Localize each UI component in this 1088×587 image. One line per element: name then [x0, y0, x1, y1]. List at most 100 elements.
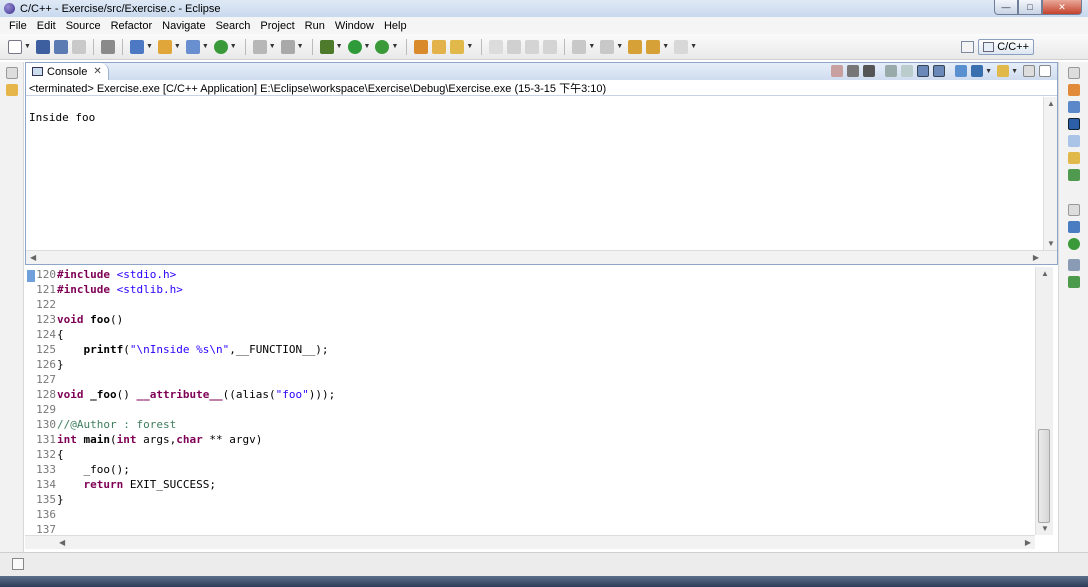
scroll-up-icon[interactable]: ▲: [1047, 99, 1055, 108]
remove-all-icon[interactable]: [863, 65, 876, 77]
external-tools-icon[interactable]: [375, 39, 390, 54]
outline-icon[interactable]: [1067, 221, 1080, 233]
menu-navigate[interactable]: Navigate: [157, 20, 210, 32]
chevron-down-icon[interactable]: ▼: [588, 43, 595, 50]
code-line[interactable]: 124{: [25, 327, 1035, 342]
chevron-down-icon[interactable]: ▼: [466, 43, 473, 50]
close-icon[interactable]: ✕: [93, 66, 101, 77]
code-line[interactable]: 121 #include <stdlib.h>: [25, 282, 1035, 297]
search-icon[interactable]: [450, 39, 465, 54]
tasks-icon[interactable]: [1067, 101, 1080, 113]
scroll-up-icon[interactable]: ▲: [1041, 269, 1049, 278]
open-type-icon[interactable]: [414, 39, 429, 54]
show-on-error-icon[interactable]: [933, 65, 946, 77]
pin-console-icon[interactable]: [955, 65, 968, 77]
maximize-view-icon[interactable]: [1039, 65, 1051, 77]
restore-icon[interactable]: [1067, 67, 1080, 79]
new-class-icon[interactable]: [185, 39, 200, 54]
new-cpp-icon[interactable]: [213, 39, 228, 54]
restore-icon[interactable]: [1067, 204, 1080, 216]
properties-icon[interactable]: [1067, 135, 1080, 147]
open-perspective-icon[interactable]: [961, 41, 975, 53]
highlight-icon[interactable]: [489, 39, 504, 54]
code-line[interactable]: 132{: [25, 447, 1035, 462]
code-line[interactable]: 130//@Author : forest: [25, 417, 1035, 432]
code-line[interactable]: 133 _foo();: [25, 462, 1035, 477]
last-edit-icon[interactable]: [628, 39, 643, 54]
chevron-down-icon[interactable]: ▼: [391, 43, 398, 50]
chevron-down-icon[interactable]: ▼: [364, 43, 371, 50]
console-vertical-scrollbar[interactable]: ▲ ▼: [1043, 97, 1057, 250]
search-view-icon[interactable]: [1067, 152, 1080, 164]
build-icon[interactable]: [100, 39, 115, 54]
save-all-icon[interactable]: [53, 39, 68, 54]
close-button[interactable]: ✕: [1042, 0, 1082, 15]
progress-icon[interactable]: [1067, 169, 1080, 181]
chevron-down-icon[interactable]: ▼: [662, 43, 669, 50]
new-file-icon[interactable]: [8, 39, 22, 54]
menu-refactor[interactable]: Refactor: [106, 20, 158, 32]
code-line[interactable]: 134 return EXIT_SUCCESS;: [25, 477, 1035, 492]
chevron-down-icon[interactable]: ▼: [297, 43, 304, 50]
chevron-down-icon[interactable]: ▼: [24, 43, 31, 50]
code-line[interactable]: 120 #include <stdio.h>: [25, 267, 1035, 282]
console-horizontal-scrollbar[interactable]: ◀ ▶: [26, 250, 1057, 264]
new-project-icon[interactable]: [129, 39, 144, 54]
forward-icon[interactable]: [674, 39, 689, 54]
chevron-down-icon[interactable]: ▼: [202, 43, 209, 50]
run-icon[interactable]: [347, 39, 362, 54]
scroll-lock-icon[interactable]: [901, 65, 914, 77]
display-console-icon[interactable]: [971, 65, 984, 77]
menu-file[interactable]: File: [4, 20, 32, 32]
perspective-cpp-button[interactable]: C/C++: [978, 39, 1034, 55]
editor-horizontal-scrollbar[interactable]: ◀ ▶: [25, 535, 1035, 549]
menu-window[interactable]: Window: [330, 20, 379, 32]
console-view-icon[interactable]: [1067, 118, 1080, 130]
prev-annotation-icon[interactable]: [600, 39, 615, 54]
code-line[interactable]: 128 void _foo() __attribute__((alias("foo…: [25, 387, 1035, 402]
new-folder-icon[interactable]: [157, 39, 172, 54]
git-icon[interactable]: [1067, 276, 1080, 288]
menu-run[interactable]: Run: [300, 20, 330, 32]
project-explorer-icon[interactable]: [5, 84, 18, 96]
menu-search[interactable]: Search: [211, 20, 256, 32]
debug-icon[interactable]: [319, 39, 334, 54]
menu-help[interactable]: Help: [379, 20, 412, 32]
chevron-down-icon[interactable]: ▼: [1011, 68, 1018, 75]
code-line[interactable]: 125 printf("\nInside %s\n",__FUNCTION__)…: [25, 342, 1035, 357]
scroll-left-icon[interactable]: ◀: [59, 538, 65, 547]
code-line[interactable]: 127: [25, 372, 1035, 387]
code-line[interactable]: 129: [25, 402, 1035, 417]
scroll-down-icon[interactable]: ▼: [1041, 524, 1049, 533]
code-line[interactable]: 136: [25, 507, 1035, 522]
chevron-down-icon[interactable]: ▼: [146, 43, 153, 50]
back-icon[interactable]: [646, 39, 661, 54]
restore-icon[interactable]: [5, 67, 18, 79]
chevron-down-icon[interactable]: ▼: [616, 43, 623, 50]
scroll-down-icon[interactable]: ▼: [1047, 239, 1055, 248]
editor-vertical-scrollbar[interactable]: ▲ ▼: [1035, 267, 1053, 535]
code-line[interactable]: 126}: [25, 357, 1035, 372]
scroll-left-icon[interactable]: ◀: [30, 253, 36, 262]
minimize-button[interactable]: —: [994, 0, 1018, 15]
chevron-down-icon[interactable]: ▼: [690, 43, 697, 50]
scroll-right-icon[interactable]: ▶: [1025, 538, 1031, 547]
minimize-view-icon[interactable]: [1023, 65, 1035, 77]
open-console-icon[interactable]: [997, 65, 1010, 77]
target-icon[interactable]: [280, 39, 295, 54]
chevron-down-icon[interactable]: ▼: [336, 43, 343, 50]
problems-icon[interactable]: [1067, 84, 1080, 96]
maximize-button[interactable]: □: [1018, 0, 1042, 15]
chevron-down-icon[interactable]: ▼: [269, 43, 276, 50]
code-line[interactable]: 123 void foo(): [25, 312, 1035, 327]
terminate-icon[interactable]: [831, 65, 844, 77]
code-line[interactable]: 122: [25, 297, 1035, 312]
chevron-down-icon[interactable]: ▼: [174, 43, 181, 50]
open-element-icon[interactable]: [432, 39, 447, 54]
scrollbar-thumb[interactable]: [1038, 429, 1050, 523]
code-line[interactable]: 131 int main(int args,char ** argv): [25, 432, 1035, 447]
print-icon[interactable]: [71, 39, 86, 54]
code-editor[interactable]: 120 #include <stdio.h> 121 #include <stdlib…: [25, 267, 1058, 552]
terminal-icon[interactable]: [1067, 259, 1080, 271]
save-icon[interactable]: [35, 39, 50, 54]
